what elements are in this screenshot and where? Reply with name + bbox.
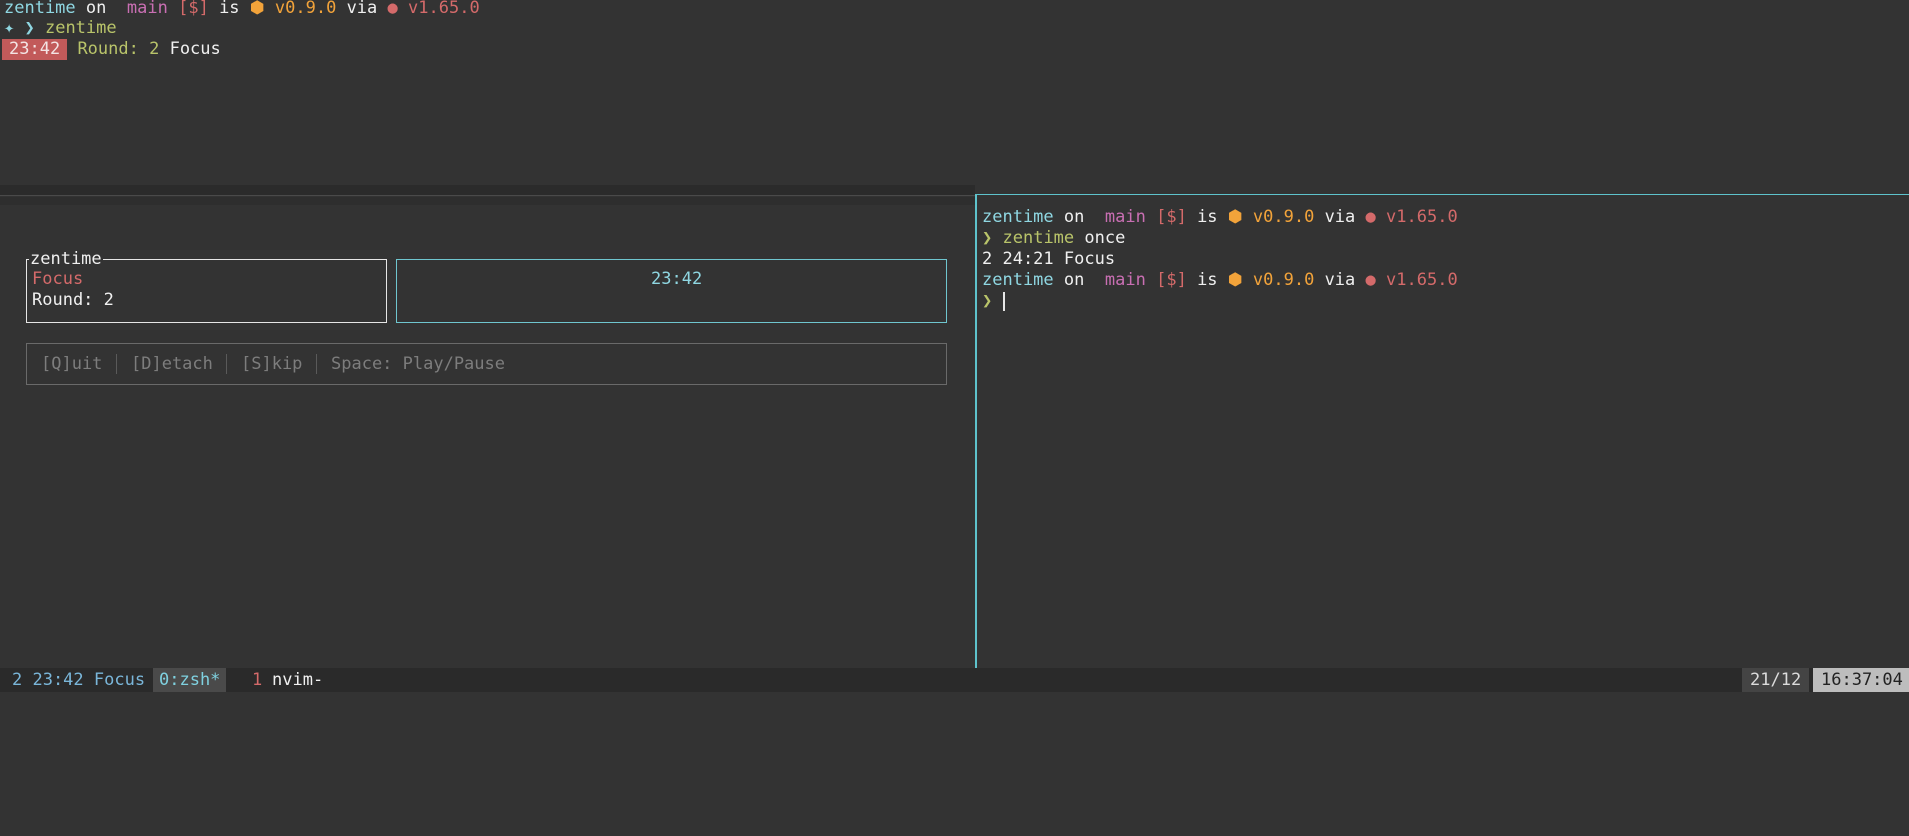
prompt-pkg-version: v0.9.0 — [1252, 207, 1315, 227]
rust-icon: ● — [387, 0, 398, 18]
prompt-plus-arrow-icon: ✦ ❯ — [4, 18, 35, 38]
prompt-git-status: [$] — [1156, 270, 1187, 290]
prompt-git-status: [$] — [1156, 207, 1187, 227]
right-command-arg: once — [1084, 228, 1126, 248]
command-line-top: ✦ ❯ zentime — [4, 18, 117, 39]
zentime-timer-box: 23:42 — [396, 259, 947, 323]
command-output: 2 24:21 Focus — [982, 249, 1116, 269]
help-divider — [226, 354, 227, 374]
top-command: zentime — [44, 18, 117, 38]
prompt-arrow-icon: ❯ — [982, 291, 993, 311]
prompt-pkg-version: v0.9.0 — [274, 0, 337, 18]
prompt-on: on — [85, 0, 107, 18]
prompt-rust-version: v1.65.0 — [408, 0, 480, 18]
package-icon: ⬢ — [1227, 207, 1243, 227]
zentime-info-box: zentime Focus Round: 2 — [26, 249, 387, 323]
tmux-status-bar: 2 23:42 Focus 0:zsh* 1 nvim- 21/12 16:37… — [0, 668, 1909, 692]
pane-separator-horizontal[interactable] — [0, 185, 975, 196]
prompt-dir: zentime — [982, 270, 1054, 290]
date-display: 21/12 — [1742, 668, 1810, 692]
window-tab-1-name[interactable]: nvim- — [272, 668, 323, 692]
pane-separator-shadow — [0, 197, 975, 205]
rust-icon: ● — [1365, 270, 1376, 290]
input-line[interactable]: ❯ — [982, 291, 1005, 312]
prompt-via: via — [1324, 207, 1356, 227]
active-pane-border — [977, 194, 1909, 195]
window-tab-1-index[interactable]: 1 — [252, 668, 262, 692]
prompt-on: on — [1063, 270, 1085, 290]
top-timer-line: 23:42 Round: 2 Focus — [2, 39, 221, 60]
prompt-is: is — [1197, 270, 1218, 290]
package-icon: ⬢ — [249, 0, 265, 18]
help-divider — [316, 354, 317, 374]
prompt-is: is — [1197, 207, 1218, 227]
play-pause-key-hint[interactable]: Space: Play/Pause — [331, 354, 505, 374]
prompt-line-right-2: zentime on main [$] is ⬢ v0.9.0 via ● v1… — [982, 270, 1458, 291]
session-status: 2 23:42 Focus — [12, 670, 146, 690]
prompt-pkg-version: v0.9.0 — [1252, 270, 1315, 290]
rust-icon: ● — [1365, 207, 1376, 227]
prompt-git-status: [$] — [178, 0, 209, 18]
pane-separator-vertical[interactable] — [975, 194, 977, 668]
help-divider — [116, 354, 117, 374]
prompt-line-top: zentime on main [$] is ⬢ v0.9.0 via ● v1… — [4, 0, 480, 19]
command-line-right: ❯ zentime once — [982, 228, 1125, 249]
prompt-branch: main — [1104, 270, 1146, 290]
top-timer-badge: 23:42 — [2, 39, 68, 60]
tui-round: Round: 2 — [32, 290, 114, 310]
window-tab-0[interactable]: 0:zsh* — [153, 668, 227, 692]
prompt-via: via — [346, 0, 378, 18]
clock-display: 16:37:04 — [1813, 668, 1909, 692]
prompt-is: is — [219, 0, 240, 18]
top-round-label: Round: 2 — [77, 39, 160, 59]
top-phase: Focus — [169, 39, 221, 59]
prompt-dir: zentime — [982, 207, 1054, 227]
detach-key-hint[interactable]: [D]etach — [131, 354, 213, 374]
prompt-branch: main — [126, 0, 168, 18]
package-icon: ⬢ — [1227, 270, 1243, 290]
prompt-on: on — [1063, 207, 1085, 227]
prompt-rust-version: v1.65.0 — [1386, 207, 1458, 227]
skip-key-hint[interactable]: [S]kip — [241, 354, 302, 374]
zentime-help-bar: [Q]uit [D]etach [S]kip Space: Play/Pause — [26, 343, 947, 385]
tui-timer: 23:42 — [651, 269, 703, 289]
zentime-box-title: zentime — [29, 249, 103, 269]
prompt-dir: zentime — [4, 0, 76, 18]
prompt-line-right-1: zentime on main [$] is ⬢ v0.9.0 via ● v1… — [982, 207, 1458, 228]
text-cursor — [1002, 291, 1005, 311]
prompt-branch: main — [1104, 207, 1146, 227]
quit-key-hint[interactable]: [Q]uit — [41, 354, 102, 374]
prompt-rust-version: v1.65.0 — [1386, 270, 1458, 290]
prompt-via: via — [1324, 270, 1356, 290]
tui-phase: Focus — [32, 269, 84, 289]
right-command: zentime — [1002, 228, 1075, 248]
prompt-arrow-icon: ❯ — [982, 228, 993, 248]
